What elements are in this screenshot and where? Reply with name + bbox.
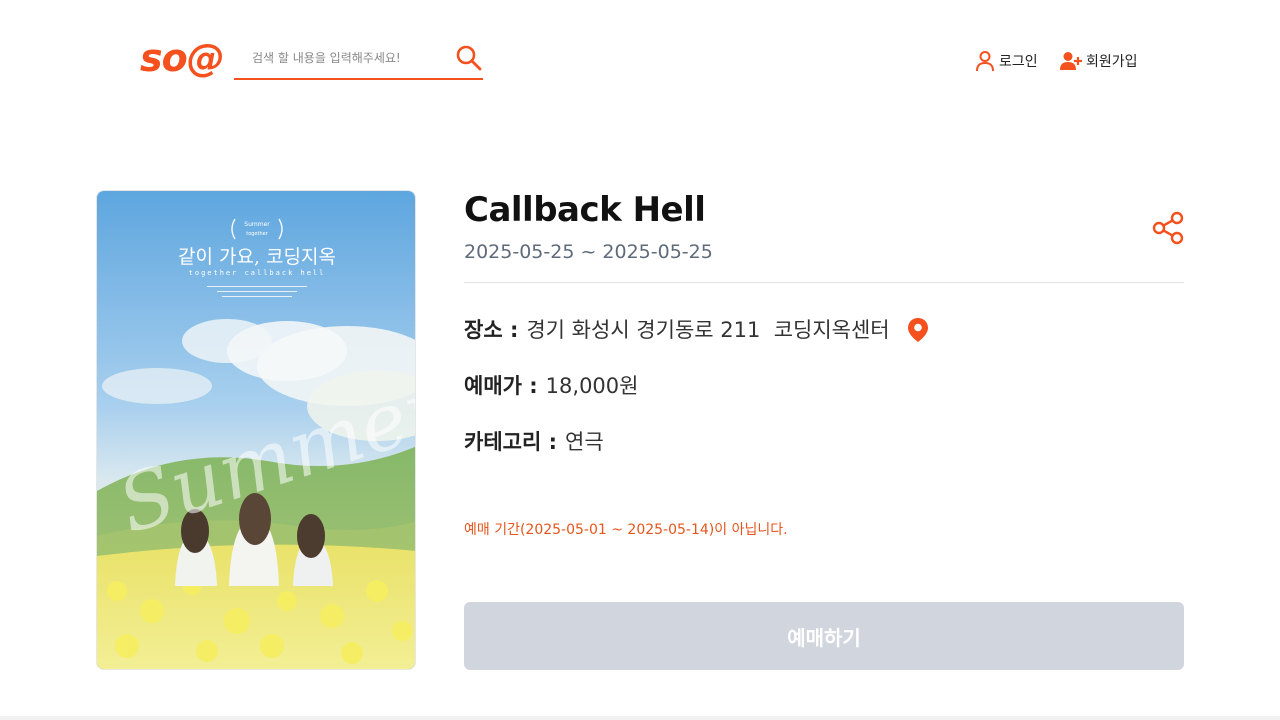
user-icon — [976, 51, 994, 72]
book-button[interactable]: 예매하기 — [464, 602, 1184, 670]
price-label: 예매가 : — [464, 374, 538, 398]
page-bottom-divider — [0, 716, 1280, 720]
place-label: 장소 : — [464, 318, 519, 342]
event-dates: 2025-05-25 ~ 2025-05-25 — [464, 241, 713, 263]
svg-text:Summer: Summer — [244, 221, 270, 228]
event-place: 장소 : 경기 화성시 경기동로 211 코딩지옥센터 — [464, 315, 930, 345]
share-button[interactable] — [1150, 210, 1186, 246]
signup-link[interactable]: 회원가입 — [1060, 50, 1138, 72]
poster-title: 같이 가요, 코딩지옥 — [178, 246, 336, 268]
site-header: so@ 로그인 회원가입 — [0, 0, 1280, 110]
search-input[interactable] — [234, 40, 449, 76]
title-divider — [464, 282, 1184, 283]
category-value: 연극 — [565, 430, 604, 454]
search-bar — [234, 40, 483, 80]
poster-image: Summer Summer together 같이 가요, 코딩지옥 toget… — [97, 191, 415, 669]
event-title: Callback Hell — [464, 190, 706, 230]
signup-label: 회원가입 — [1086, 54, 1138, 70]
booking-period-notice: 예매 기간(2025-05-01 ~ 2025-05-14)이 아닙니다. — [464, 522, 788, 538]
site-logo[interactable]: so@ — [140, 36, 225, 80]
event-price: 예매가 : 18,000원 — [464, 371, 638, 401]
event-poster: Summer Summer together 같이 가요, 코딩지옥 toget… — [96, 190, 416, 670]
place-value: 경기 화성시 경기동로 211 코딩지옥센터 — [526, 318, 890, 342]
user-plus-icon — [1060, 52, 1082, 70]
event-category: 카테고리 : 연극 — [464, 427, 604, 457]
poster-subtitle: together callback hell — [189, 269, 326, 277]
category-label: 카테고리 : — [464, 430, 557, 454]
search-icon — [456, 45, 482, 71]
login-label: 로그인 — [999, 54, 1038, 70]
svg-text:together: together — [246, 231, 268, 237]
login-link[interactable]: 로그인 — [975, 50, 1038, 72]
map-pin-icon[interactable] — [906, 317, 930, 343]
price-value: 18,000원 — [545, 374, 639, 398]
share-icon — [1152, 211, 1184, 245]
search-button[interactable] — [455, 44, 483, 72]
